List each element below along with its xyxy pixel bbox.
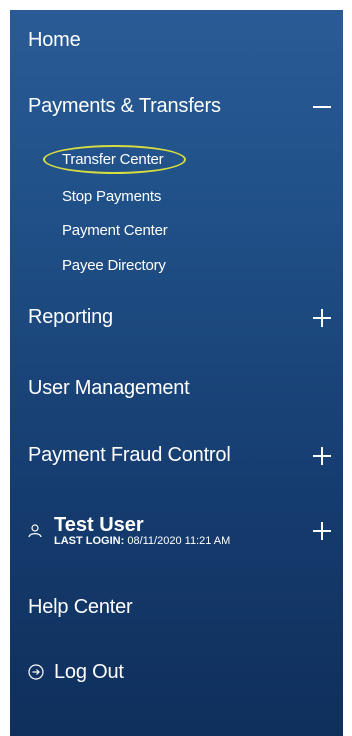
subnav-item-payee-directory[interactable]: Payee Directory [62, 257, 166, 274]
nav-item-log-out-label: Log Out [54, 660, 124, 683]
expand-plus-icon[interactable] [313, 309, 331, 327]
nav-item-help-center[interactable]: Help Center [28, 594, 343, 620]
subnav-item-payment-center[interactable]: Payment Center [62, 222, 168, 239]
nav-item-user-profile[interactable]: Test User LAST LOGIN: 08/11/2020 11:21 A… [28, 512, 343, 550]
subnav-item-transfer-center[interactable]: Transfer Center [62, 151, 164, 168]
collapse-minus-icon[interactable] [313, 98, 331, 116]
last-login-value: 08/11/2020 11:21 AM [127, 534, 231, 547]
user-icon [28, 524, 42, 538]
nav-item-home-label: Home [28, 28, 81, 51]
nav-item-reporting-label: Reporting [28, 305, 113, 328]
last-login: LAST LOGIN: 08/11/2020 11:21 AM [54, 535, 230, 548]
subnav-item-stop-payments[interactable]: Stop Payments [62, 188, 161, 205]
logout-icon [28, 664, 44, 680]
nav-item-user-management[interactable]: User Management [28, 375, 343, 401]
nav-item-help-center-label: Help Center [28, 595, 133, 618]
expand-plus-icon[interactable] [313, 522, 331, 540]
nav-item-reporting[interactable]: Reporting [28, 304, 343, 330]
nav-item-payments-transfers[interactable]: Payments & Transfers [28, 93, 343, 119]
user-info: Test User LAST LOGIN: 08/11/2020 11:21 A… [54, 515, 230, 548]
expand-plus-icon[interactable] [313, 447, 331, 465]
nav-item-payments-transfers-label: Payments & Transfers [28, 94, 221, 117]
side-navigation: Home Payments & Transfers Transfer Cente… [10, 10, 343, 736]
nav-item-payment-fraud-control[interactable]: Payment Fraud Control [28, 442, 343, 468]
last-login-label: LAST LOGIN: [54, 534, 125, 547]
nav-item-payment-fraud-control-label: Payment Fraud Control [28, 443, 231, 466]
nav-item-home[interactable]: Home [28, 28, 343, 52]
user-name: Test User [54, 513, 144, 536]
nav-item-log-out[interactable]: Log Out [28, 660, 343, 684]
nav-item-user-management-label: User Management [28, 376, 190, 399]
